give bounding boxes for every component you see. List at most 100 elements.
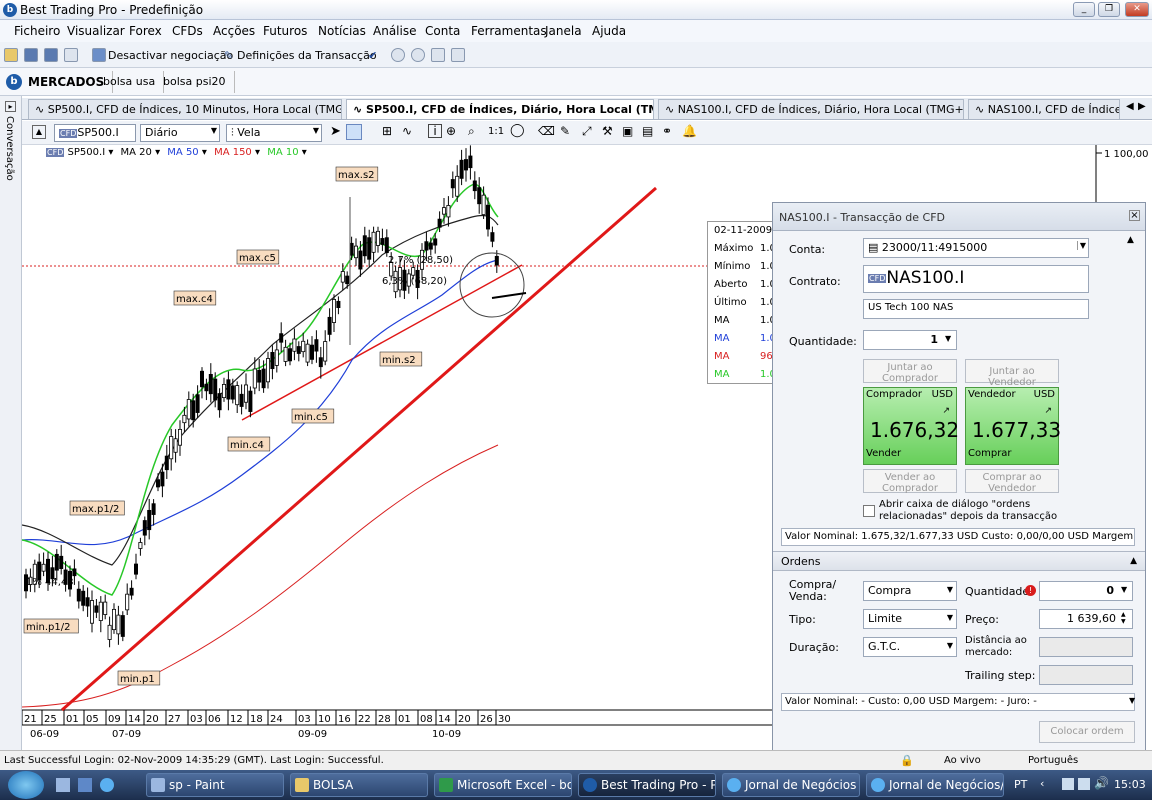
legend-ma10[interactable]: MA 10 [267,147,298,158]
restore-button[interactable]: ❐ [1098,2,1120,17]
refresh-icon[interactable] [451,48,465,62]
task-paint[interactable]: sp - Paint [146,773,284,797]
network-icon[interactable] [1062,778,1074,790]
pin-icon[interactable]: ▸ [5,101,16,112]
save-icon[interactable] [24,48,38,62]
contract-field[interactable]: CFDNAS100.I [863,265,1089,293]
clock[interactable]: 15:03 [1114,778,1146,791]
menu-accoes[interactable]: Acções [213,24,255,38]
legend-sp500[interactable]: SP500.I [68,147,106,158]
period-select[interactable]: Diário ▼ [140,124,220,142]
legend-ma20[interactable]: MA 20 [121,147,152,158]
menu-analise[interactable]: Análise [373,24,416,38]
menu-visualizar[interactable]: Visualizar [67,24,125,38]
quick-launch-icon[interactable] [56,778,70,792]
pencil-icon[interactable]: ✎ [560,124,570,138]
task-jornal-1[interactable]: Jornal de Negócios ... [722,773,860,797]
join-buyer-button[interactable]: Juntar ao Comprador [863,359,957,384]
minimize-button[interactable]: _ [1073,2,1095,17]
language-indicator[interactable]: PT [1014,778,1027,791]
indicator-icon[interactable]: ∿ [402,124,412,138]
grid-icon[interactable]: ⊞ [382,124,392,138]
chart-type-select[interactable]: ⫶ Vela ▼ [226,124,322,142]
menu-janela[interactable]: Janela [545,24,582,38]
collapse-icon[interactable]: ▲ [32,125,46,139]
deactivate-trading-icon[interactable] [92,48,106,62]
home-icon[interactable] [431,48,445,62]
open-folder-icon[interactable] [4,48,18,62]
ie-icon[interactable] [100,778,114,792]
zoom-in-icon[interactable]: ⊕ [446,124,456,138]
duration-select[interactable]: G.T.C. ▼ [863,637,957,657]
show-desktop-icon[interactable] [78,778,92,792]
menu-forex[interactable]: Forex [129,24,162,38]
menu-futuros[interactable]: Futuros [263,24,307,38]
alert-bell-icon[interactable]: 🔔 [682,124,697,138]
expand-icon[interactable]: ⤢ [582,124,592,139]
zoom-icon[interactable]: ⌕ [468,124,475,139]
tab-sp500-10min[interactable]: ∿ SP500.I, CFD de Índices, 10 Minutos, H… [28,99,342,119]
spin-icon[interactable]: ▲ ▼ [1121,611,1126,625]
seller-price-box[interactable]: Vendedor USD ↗ 1.677,33 Comprar [965,387,1061,465]
legend-ma50[interactable]: MA 50 [167,147,198,158]
sell-to-buyer-button[interactable]: Vender ao Comprador [863,469,957,494]
template-icon[interactable]: ▤ [642,124,653,138]
task-jornal-2[interactable]: Jornal de Negócios/... [866,773,1004,797]
eraser-icon[interactable]: ⌫ [538,124,555,138]
buyer-price-box[interactable]: Comprador USD ↗ 1.676,32 Vender [863,387,959,465]
close-button[interactable]: ✕ [1125,2,1149,17]
cursor-icon[interactable]: ➤ [330,124,341,139]
menu-conta[interactable]: Conta [425,24,460,38]
line-tool-icon[interactable] [346,124,362,140]
back-icon[interactable] [391,48,405,62]
tab-scroll-left-icon[interactable]: ◀ [1126,101,1134,112]
transaction-settings-button[interactable]: Definições da Transacção [237,49,377,62]
chevron-down-icon[interactable]: ▼ [945,334,951,343]
start-button[interactable] [8,771,44,799]
order-quantity-stepper[interactable]: 0 [1039,581,1133,601]
volume-icon[interactable]: 🔊 [1094,776,1109,790]
menu-ficheiro[interactable]: Ficheiro [14,24,60,38]
menu-noticias[interactable]: Notícias [318,24,366,38]
tab-scroll-right-icon[interactable]: ▶ [1138,101,1146,112]
symbol-field[interactable]: CFDSP500.I [54,124,136,142]
order-type-select[interactable]: Limite ▼ [863,609,957,629]
save-all-icon[interactable] [44,48,58,62]
tab-bolsa-psi20[interactable]: bolsa psi20 [155,71,235,93]
ratio-button[interactable]: 1:1 [488,126,504,137]
account-select[interactable]: ▤ 23000/11:4915000 ▼ [863,238,1089,258]
collapse-up-icon[interactable]: ▲ [1127,235,1134,245]
task-bolsa[interactable]: BOLSA [290,773,428,797]
trailing-field[interactable] [1039,665,1133,685]
layers-icon[interactable]: ▣ [622,124,633,138]
tab-sp500-daily[interactable]: ∿ SP500.I, CFD de Índices, Diário, Hora … [346,99,654,119]
chevron-down-icon[interactable]: ▼ [1129,696,1135,705]
legend-ma150[interactable]: MA 150 [214,147,252,158]
conversation-tab[interactable]: Conversação [4,116,15,181]
circle-tool-icon[interactable]: ◯ [510,123,525,138]
panel-close-icon[interactable]: × [1129,210,1140,221]
link-icon[interactable]: ⚭ [662,124,672,138]
distance-field[interactable] [1039,637,1133,657]
price-field[interactable]: 1 639,60 [1039,609,1133,629]
tab-nas100-more[interactable]: ∿ NAS100.I, CFD de Índices, [968,99,1120,119]
place-order-button[interactable]: Colocar ordem [1039,721,1135,743]
checkmark-icon[interactable]: ✔ [368,49,377,62]
tab-bolsa-usa[interactable]: bolsa usa [95,71,165,93]
task-best-trading[interactable]: Best Trading Pro - P... [578,773,716,797]
quantity-stepper[interactable]: 1 [863,330,957,350]
info-icon[interactable]: i [428,124,442,138]
collapse-up-icon[interactable]: ▲ [1130,556,1137,566]
tab-nas100-daily[interactable]: ∿ NAS100.I, CFD de Índices, Diário, Hora… [658,99,964,119]
deactivate-trading-button[interactable]: Desactivar negociação [108,49,233,62]
menu-ferramentas[interactable]: Ferramentas [471,24,547,38]
forward-icon[interactable] [411,48,425,62]
buy-sell-select[interactable]: Compra ▼ [863,581,957,601]
menu-cfds[interactable]: CFDs [172,24,203,38]
tray-chevron-icon[interactable]: ‹ [1040,777,1044,790]
join-seller-button[interactable]: Juntar ao Vendedor [965,359,1059,388]
monitor-icon[interactable] [1078,778,1090,790]
print-icon[interactable] [64,48,78,62]
tools-icon[interactable]: ⚒ [602,124,613,138]
task-excel[interactable]: Microsoft Excel - bo... [434,773,572,797]
